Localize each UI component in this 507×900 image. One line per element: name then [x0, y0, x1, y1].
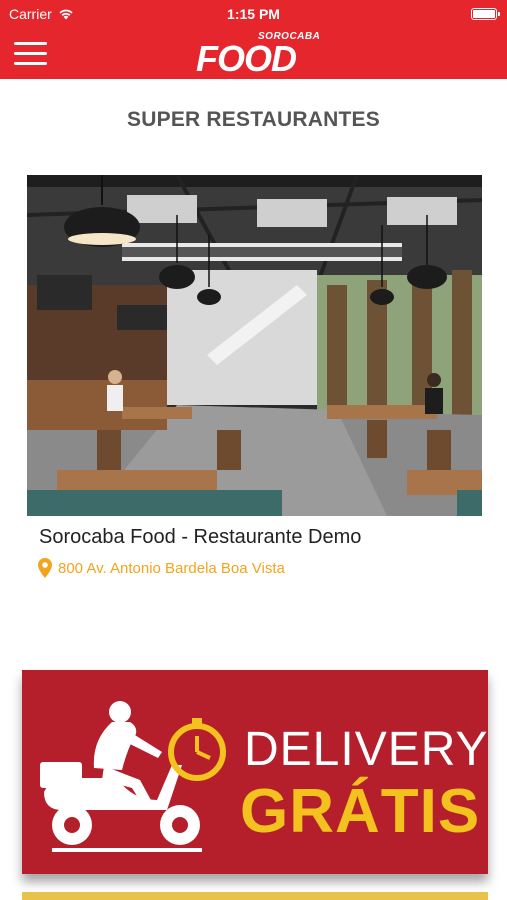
address-text: 800 Av. Antonio Bardela Boa Vista — [58, 559, 285, 577]
location-pin-icon — [38, 558, 52, 578]
restaurant-photo — [27, 175, 482, 516]
status-bar: Carrier 1:15 PM — [0, 0, 507, 28]
section-title: SUPER RESTAURANTES — [127, 108, 380, 131]
logo-big-text: FOOD — [196, 38, 297, 79]
battery-icon — [471, 8, 500, 20]
navigation-bar: SOROCABA FOOD — [0, 28, 507, 79]
status-time: 1:15 PM — [227, 6, 280, 22]
restaurant-name[interactable]: Sorocaba Food - Restaurante Demo — [39, 526, 361, 549]
restaurant-image[interactable] — [27, 175, 482, 516]
next-banner-edge — [22, 892, 488, 900]
app-logo: SOROCABA FOOD — [196, 30, 320, 79]
banner-free-text: GRÁTIS — [240, 777, 481, 846]
restaurant-address: 800 Av. Antonio Bardela Boa Vista — [38, 558, 285, 578]
delivery-promo-banner[interactable]: DELIVERY GRÁTIS — [22, 670, 488, 874]
scooter-courier-icon — [40, 701, 226, 852]
menu-icon[interactable] — [14, 42, 47, 66]
banner-delivery-text: DELIVERY — [244, 723, 488, 776]
